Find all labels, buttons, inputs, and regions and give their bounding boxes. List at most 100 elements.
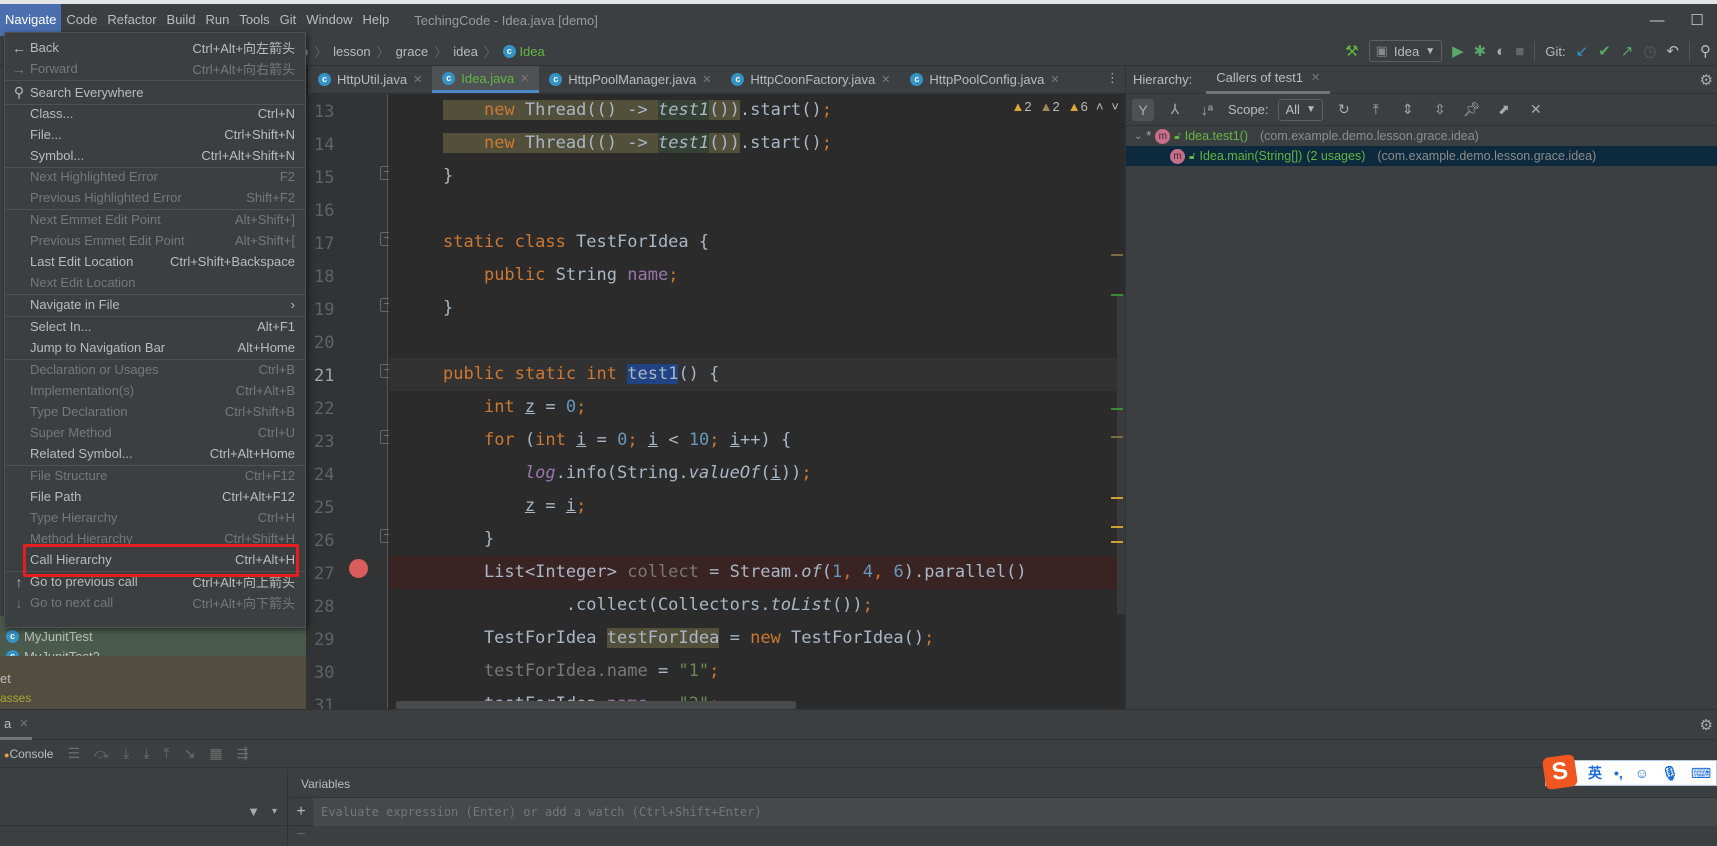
line-number[interactable]: 28 [314,597,344,617]
inspection-widget[interactable]: ▲2 ▲2 ▲6 ˄ ˅ [1011,98,1119,116]
menu-window[interactable]: Window [301,4,357,36]
step-into-icon[interactable]: ⤓ [143,745,149,762]
menu-item-next-emmet-edit-point[interactable]: Next Emmet Edit Point Alt+Shift+] [5,209,305,230]
menu-item-next-highlighted-error[interactable]: Next Highlighted Error F2 [5,166,305,187]
run-icon[interactable]: ▶ [1452,44,1464,59]
menu-item-select-in[interactable]: Select In... Alt+F1 [5,316,305,337]
menu-item-type-declaration[interactable]: Type Declaration Ctrl+Shift+B [5,401,305,422]
tab-httppoolmanager[interactable]: c HttpPoolManager.java ✕ [539,66,721,93]
menu-item-file-structure[interactable]: File Structure Ctrl+F12 [5,465,305,486]
line-number[interactable]: 20 [314,333,344,353]
ime-language-toggle[interactable]: 英 [1588,763,1602,783]
scope-select[interactable]: All ▼ [1278,98,1323,121]
line-number[interactable]: 26 [314,531,344,551]
line-number[interactable]: 16 [314,201,344,221]
tab-httpcoonfactory[interactable]: c HttpCoonFactory.java ✕ [721,66,900,93]
callee-hierarchy-icon[interactable]: ⅄ [1164,99,1186,121]
line-number[interactable]: 21 [314,366,344,386]
history-clock-icon[interactable]: ◷ [1643,44,1656,59]
line-number[interactable]: 25 [314,498,344,518]
sogou-logo-icon[interactable]: S [1541,753,1579,791]
close-icon[interactable]: ✕ [702,73,711,86]
menu-item-next-edit-location[interactable]: Next Edit Location [5,272,305,293]
close-icon[interactable]: ✕ [520,72,529,85]
menu-item-previous-emmet-edit-point[interactable]: Previous Emmet Edit Point Alt+Shift+[ [5,230,305,251]
error-stripe-marker[interactable] [1111,436,1123,438]
frames-list-icon[interactable]: ☰ [67,745,80,762]
tree-item-myjunittest[interactable]: c MyJunitTest [6,626,93,646]
menu-item-type-hierarchy[interactable]: Type Hierarchy Ctrl+H [5,507,305,528]
caller-hierarchy-icon[interactable]: Y [1132,98,1154,121]
tab-idea[interactable]: c Idea.java ✕ [432,66,540,93]
show-execution-point-icon[interactable]: ⤼ [94,745,109,762]
horizontal-scrollbar[interactable] [396,701,796,709]
tab-callers-of-test1[interactable]: Callers of test1 ✕ [1206,64,1331,94]
close-icon[interactable]: ✕ [1311,64,1320,92]
breadcrumb-item[interactable]: grace [396,44,429,59]
gear-icon[interactable]: ⚙ [1700,71,1713,89]
keyboard-icon[interactable]: ⌨ [1691,765,1711,782]
close-icon[interactable]: ✕ [19,710,28,737]
line-number[interactable]: 17 [314,234,344,254]
menu-item-related-symbol[interactable]: Related Symbol... Ctrl+Alt+Home [5,443,305,464]
line-number[interactable]: 24 [314,465,344,485]
breadcrumb-item[interactable]: idea [453,44,478,59]
minimize-icon[interactable]: — [1637,12,1677,29]
inspection-warnings[interactable]: ▲6 [1068,98,1088,116]
error-stripe-marker[interactable] [1111,294,1123,296]
menu-item-class[interactable]: Class... Ctrl+N [5,103,305,124]
close-icon[interactable]: ✕ [1525,99,1547,121]
filter-icon[interactable]: ▼ [247,804,260,819]
collapse-all-icon[interactable]: ⇳ [1429,99,1451,121]
close-icon[interactable]: ✕ [881,73,890,86]
line-number[interactable]: 30 [314,663,344,683]
tree-item-partial[interactable]: et [0,668,11,688]
tab-console[interactable]: ●Console [4,747,53,761]
expand-all-icon[interactable]: ⇕ [1397,99,1419,121]
chevron-down-icon[interactable]: ˅ [1111,98,1119,116]
breadcrumb-item[interactable]: Idea [519,44,544,59]
vertical-scrollbar[interactable] [1117,294,1125,614]
error-stripe-marker[interactable] [1111,541,1123,543]
menu-item-declaration-or-usages[interactable]: Declaration or Usages Ctrl+B [5,359,305,380]
hierarchy-row[interactable]: ⌄ * m 🔓︎ Idea.test1() (com.example.demo.… [1126,126,1717,146]
chevron-down-icon[interactable]: ▾ [272,806,277,817]
inspection-weak-warnings[interactable]: ▲2 [1040,98,1060,116]
line-number[interactable]: 13 [314,102,344,122]
evaluate-expression-input[interactable] [313,797,1717,826]
git-push-icon[interactable]: ↗ [1621,44,1634,59]
build-hammer-icon[interactable]: ⚒ [1345,44,1358,59]
debug-bug-icon[interactable]: ✱ [1474,44,1487,59]
menu-item-implementation-s[interactable]: Implementation(s) Ctrl+Alt+B [5,380,305,401]
breadcrumb-item[interactable]: lesson [333,44,371,59]
breakpoint-icon[interactable] [349,559,368,578]
run-to-cursor-icon[interactable]: ↘ [184,745,196,762]
remove-watch-icon[interactable]: − [289,826,313,844]
inspection-errors[interactable]: ▲2 [1011,98,1031,116]
tree-item-partial[interactable]: asses [0,688,31,708]
step-over-icon[interactable]: ⤓ [123,745,129,762]
sort-alpha-icon[interactable]: ↓ª [1196,99,1218,121]
menu-help[interactable]: Help [358,4,395,36]
step-out-icon[interactable]: ⤒ [163,745,169,762]
close-icon[interactable]: ✕ [413,73,422,86]
menu-item-last-edit-location[interactable]: Last Edit Location Ctrl+Shift+Backspace [5,251,305,272]
emoji-icon[interactable]: ☺ [1635,765,1649,781]
hierarchy-row[interactable]: m 🔓︎ Idea.main(String[]) (2 usages) (com… [1126,146,1717,166]
git-commit-icon[interactable]: ✔ [1598,44,1611,59]
menu-item-search-everywhere[interactable]: ⚲ Search Everywhere [5,82,305,103]
line-number[interactable]: 15 [314,168,344,188]
ime-punctuation-toggle[interactable]: •, [1614,765,1623,781]
menu-item-jump-to-navigation-bar[interactable]: Jump to Navigation Bar Alt+Home [5,337,305,358]
coverage-icon[interactable]: ◐ [1496,44,1505,59]
pin-icon[interactable]: 📌︎ [1461,99,1483,121]
close-icon[interactable]: ✕ [1050,73,1059,86]
line-number[interactable]: 29 [314,630,344,650]
error-stripe-marker[interactable] [1111,526,1123,528]
menu-item-file-path[interactable]: File Path Ctrl+Alt+F12 [5,486,305,507]
menu-item-super-method[interactable]: Super Method Ctrl+U [5,422,305,443]
add-watch-icon[interactable]: + [289,803,313,821]
chevron-down-icon[interactable]: ⌄ [1134,131,1142,142]
maximize-icon[interactable]: ☐ [1677,11,1717,29]
line-number[interactable]: 14 [314,135,344,155]
